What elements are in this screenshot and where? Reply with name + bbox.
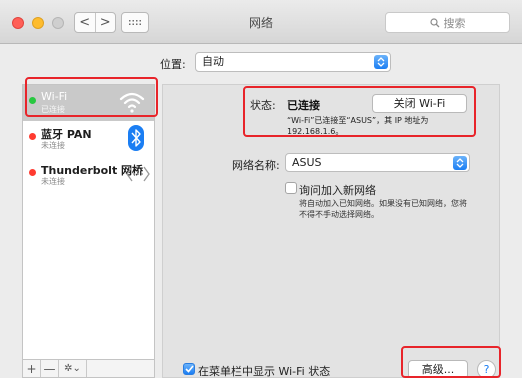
network-name-value: ASUS — [292, 156, 322, 169]
network-name-label: 网络名称: — [232, 159, 280, 172]
network-name-select[interactable]: ASUS — [285, 153, 470, 172]
search-field[interactable]: 搜索 — [385, 12, 510, 33]
service-status: 未连接 — [41, 177, 65, 186]
title-bar: < > 网络 搜索 — [0, 0, 522, 44]
service-status: 未连接 — [41, 141, 65, 150]
updown-chevron-icon — [453, 156, 467, 170]
ask-to-join-label: 询问加入新网络 — [299, 184, 376, 197]
search-placeholder: 搜索 — [443, 16, 466, 30]
network-preferences-window: < > 网络 搜索 位置: 自动 Wi-Fi 已连接 蓝牙 PAN 未连接 Th… — [0, 0, 522, 378]
service-item-thunderbolt-bridge[interactable]: Thunderbolt 网桥 未连接 — [23, 157, 154, 193]
service-item-bluetooth-pan[interactable]: 蓝牙 PAN 未连接 — [23, 121, 154, 157]
location-select[interactable]: 自动 — [195, 52, 391, 72]
bluetooth-icon — [128, 125, 144, 151]
service-list: Wi-Fi 已连接 蓝牙 PAN 未连接 Thunderbolt 网桥 未连接 — [22, 84, 155, 378]
highlight-box-status — [243, 86, 476, 137]
thunderbolt-bridge-icon — [126, 166, 150, 182]
ask-to-join-description: 将自动加入已知网络。如果没有已知网络，您将不得不手动选择网络。 — [299, 199, 467, 219]
show-wifi-in-menubar-label: 在菜单栏中显示 Wi-Fi 状态 — [198, 365, 331, 378]
show-wifi-in-menubar-checkbox[interactable] — [183, 363, 195, 375]
service-list-toolbar: + — ✲⌄ — [23, 359, 154, 377]
gear-menu-button[interactable]: ✲⌄ — [59, 360, 87, 377]
location-label: 位置: — [160, 58, 186, 71]
location-value: 自动 — [202, 55, 224, 68]
status-dot — [29, 133, 36, 140]
checkmark-icon — [184, 365, 194, 373]
highlight-box-wifi-service — [25, 77, 158, 117]
updown-chevron-icon — [374, 55, 388, 69]
remove-service-button[interactable]: — — [41, 360, 59, 377]
ask-to-join-checkbox[interactable] — [285, 182, 297, 194]
highlight-box-advanced — [401, 346, 501, 378]
add-service-button[interactable]: + — [23, 360, 41, 377]
search-icon — [429, 17, 439, 27]
status-dot — [29, 169, 36, 176]
